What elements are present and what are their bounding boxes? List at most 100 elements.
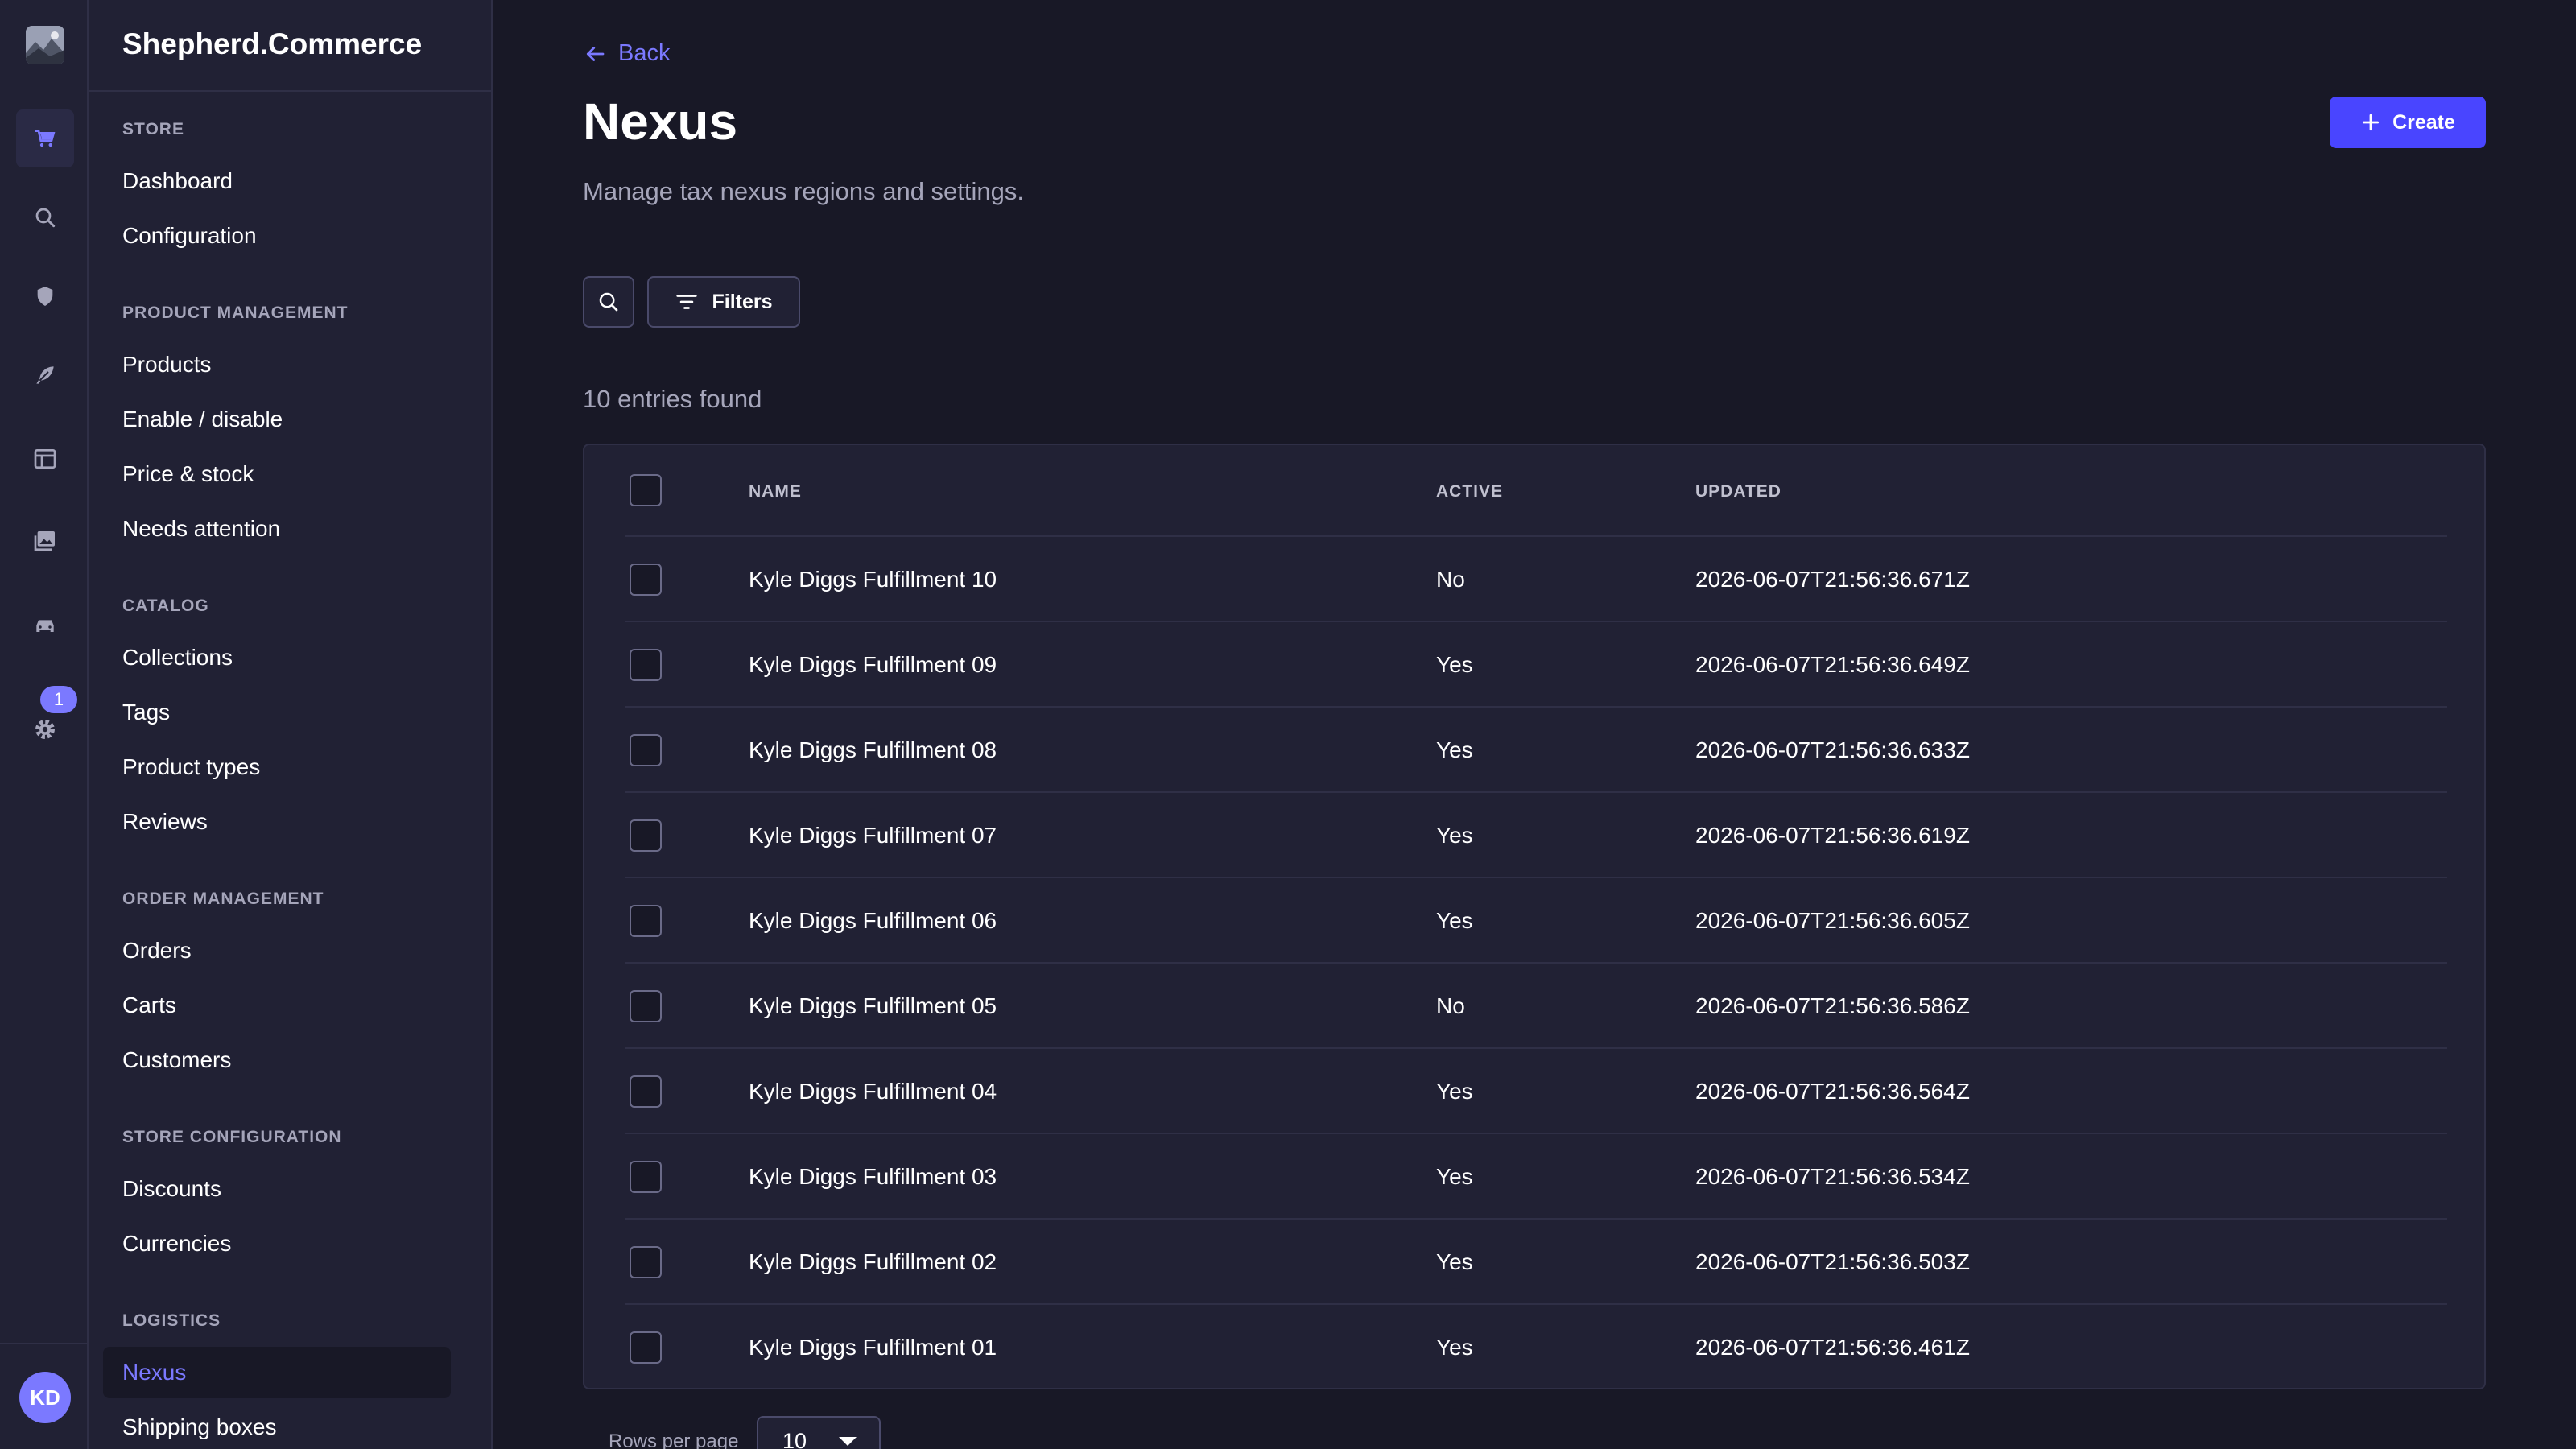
create-button[interactable]: Create — [2330, 97, 2486, 148]
section-title-logistics: Logistics — [122, 1311, 221, 1330]
table-row[interactable]: Kyle Diggs Fulfillment 05 No 2026-06-07T… — [625, 962, 2447, 1047]
cell-active: Yes — [1436, 1249, 1473, 1274]
filter-icon — [676, 295, 698, 309]
filters-label: Filters — [712, 290, 773, 313]
nav-item-enable-disable[interactable]: Enable / disable — [103, 394, 451, 445]
avatar[interactable]: KD — [19, 1372, 71, 1423]
cell-active: Yes — [1436, 823, 1473, 848]
nav-item-carts[interactable]: Carts — [103, 980, 451, 1031]
section-title-order-management: Order management — [122, 890, 324, 908]
cell-name: Kyle Diggs Fulfillment 09 — [749, 652, 997, 677]
brand-divider — [89, 90, 491, 92]
cell-name: Kyle Diggs Fulfillment 04 — [749, 1079, 997, 1104]
row-checkbox[interactable] — [630, 990, 662, 1022]
row-checkbox[interactable] — [630, 649, 662, 681]
nav-item-collections[interactable]: Collections — [103, 632, 451, 683]
car-icon[interactable] — [16, 597, 74, 654]
page-title: Nexus — [583, 93, 738, 151]
section-title-catalog: Catalog — [122, 597, 209, 615]
cell-updated: 2026-06-07T21:56:36.564Z — [1695, 1079, 1970, 1104]
rows-per-page-label: Rows per page — [609, 1430, 739, 1449]
shield-icon[interactable] — [16, 267, 74, 325]
cell-name: Kyle Diggs Fulfillment 05 — [749, 993, 997, 1018]
cell-updated: 2026-06-07T21:56:36.649Z — [1695, 652, 1970, 677]
cell-updated: 2026-06-07T21:56:36.619Z — [1695, 823, 1970, 848]
rows-per-page-select[interactable]: 10 — [757, 1416, 881, 1449]
table-row[interactable]: Kyle Diggs Fulfillment 08 Yes 2026-06-07… — [625, 706, 2447, 791]
nav-item-orders[interactable]: Orders — [103, 925, 451, 976]
table-row[interactable]: Kyle Diggs Fulfillment 01 Yes 2026-06-07… — [625, 1303, 2447, 1389]
row-checkbox[interactable] — [630, 1331, 662, 1364]
cell-updated: 2026-06-07T21:56:36.605Z — [1695, 908, 1970, 933]
cell-active: Yes — [1436, 908, 1473, 933]
create-label: Create — [2392, 110, 2455, 134]
cell-updated: 2026-06-07T21:56:36.461Z — [1695, 1335, 1970, 1360]
select-all-checkbox[interactable] — [630, 474, 662, 506]
cell-updated: 2026-06-07T21:56:36.633Z — [1695, 737, 1970, 762]
cell-active: Yes — [1436, 1335, 1473, 1360]
row-checkbox[interactable] — [630, 1075, 662, 1108]
row-checkbox[interactable] — [630, 1161, 662, 1193]
feather-icon[interactable] — [16, 346, 74, 404]
nav-item-dashboard[interactable]: Dashboard — [103, 155, 451, 207]
store-logo-icon[interactable] — [26, 26, 64, 64]
cell-name: Kyle Diggs Fulfillment 07 — [749, 823, 997, 848]
page-subtitle: Manage tax nexus regions and settings. — [583, 177, 1025, 205]
cell-updated: 2026-06-07T21:56:36.586Z — [1695, 993, 1970, 1018]
table-row[interactable]: Kyle Diggs Fulfillment 07 Yes 2026-06-07… — [625, 791, 2447, 877]
cell-name: Kyle Diggs Fulfillment 02 — [749, 1249, 997, 1274]
back-label: Back — [618, 40, 671, 66]
nav-item-needs-attention[interactable]: Needs attention — [103, 503, 451, 555]
cell-active: No — [1436, 993, 1465, 1018]
cell-active: Yes — [1436, 1079, 1473, 1104]
cell-active: Yes — [1436, 1164, 1473, 1189]
table-row[interactable]: Kyle Diggs Fulfillment 06 Yes 2026-06-07… — [625, 877, 2447, 962]
nav-item-configuration[interactable]: Configuration — [103, 210, 451, 262]
entries-count: 10 entries found — [583, 385, 762, 413]
filters-button[interactable]: Filters — [647, 276, 800, 328]
nav-item-nexus[interactable]: Nexus — [103, 1347, 451, 1398]
nav-item-currencies[interactable]: Currencies — [103, 1218, 451, 1269]
column-header-updated[interactable]: Updated — [1695, 482, 1781, 502]
sub-navigation: Shepherd.Commerce Store Dashboard Config… — [89, 0, 493, 1449]
row-checkbox[interactable] — [630, 734, 662, 766]
cart-icon[interactable] — [16, 109, 74, 167]
plus-icon — [2363, 114, 2380, 131]
table-row[interactable]: Kyle Diggs Fulfillment 10 No 2026-06-07T… — [625, 535, 2447, 621]
cell-name: Kyle Diggs Fulfillment 10 — [749, 567, 997, 592]
icon-rail: 1 KD — [0, 0, 89, 1449]
search-icon[interactable] — [16, 188, 74, 246]
row-checkbox[interactable] — [630, 819, 662, 852]
column-header-active[interactable]: Active — [1436, 482, 1503, 502]
arrow-left-icon — [586, 46, 605, 61]
layout-icon[interactable] — [16, 430, 74, 488]
cell-updated: 2026-06-07T21:56:36.671Z — [1695, 567, 1970, 592]
images-icon[interactable] — [16, 512, 74, 570]
cell-active: Yes — [1436, 652, 1473, 677]
nav-item-customers[interactable]: Customers — [103, 1034, 451, 1086]
nav-item-price-stock[interactable]: Price & stock — [103, 448, 451, 500]
back-link[interactable]: Back — [583, 40, 670, 67]
cell-name: Kyle Diggs Fulfillment 08 — [749, 737, 997, 762]
nav-item-discounts[interactable]: Discounts — [103, 1163, 451, 1215]
column-header-name[interactable]: Name — [749, 482, 802, 502]
data-table: Name Active Updated Kyle Diggs Fulfillme… — [583, 444, 2486, 1389]
row-checkbox[interactable] — [630, 1246, 662, 1278]
brand-title: Shepherd.Commerce — [122, 27, 423, 60]
table-row[interactable]: Kyle Diggs Fulfillment 03 Yes 2026-06-07… — [625, 1133, 2447, 1218]
nav-item-shipping-boxes[interactable]: Shipping boxes — [103, 1402, 451, 1449]
section-title-store-configuration: Store configuration — [122, 1128, 342, 1146]
nav-item-products[interactable]: Products — [103, 339, 451, 390]
nav-item-reviews[interactable]: Reviews — [103, 796, 451, 848]
rows-per-page-value: 10 — [782, 1429, 807, 1449]
row-checkbox[interactable] — [630, 564, 662, 596]
search-button[interactable] — [583, 276, 634, 328]
nav-item-tags[interactable]: Tags — [103, 687, 451, 738]
table-row[interactable]: Kyle Diggs Fulfillment 04 Yes 2026-06-07… — [625, 1047, 2447, 1133]
table-row[interactable]: Kyle Diggs Fulfillment 09 Yes 2026-06-07… — [625, 621, 2447, 706]
row-checkbox[interactable] — [630, 905, 662, 937]
search-icon — [599, 292, 618, 312]
cell-name: Kyle Diggs Fulfillment 03 — [749, 1164, 997, 1189]
table-row[interactable]: Kyle Diggs Fulfillment 02 Yes 2026-06-07… — [625, 1218, 2447, 1303]
nav-item-product-types[interactable]: Product types — [103, 741, 451, 793]
